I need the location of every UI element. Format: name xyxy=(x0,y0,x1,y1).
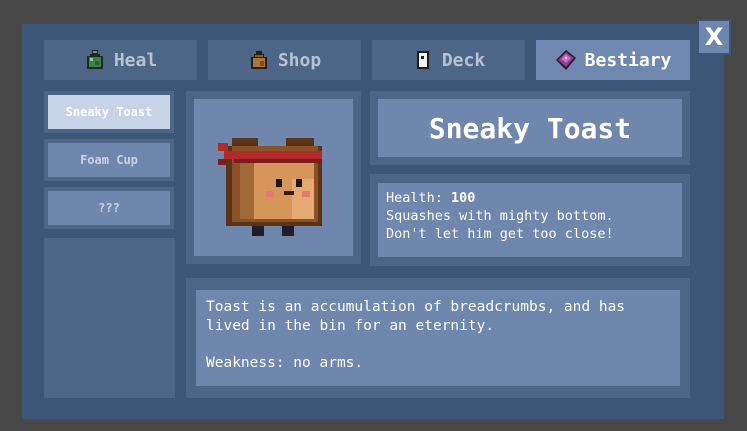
description-frame: Toast is an accumulation of breadcrumbs,… xyxy=(186,278,690,398)
tab-bestiary[interactable]: Bestiary xyxy=(536,40,690,80)
sidebar-item-label: Sneaky Toast xyxy=(48,95,170,129)
portrait-frame xyxy=(186,91,361,264)
potion-icon xyxy=(86,50,103,69)
close-label: X xyxy=(704,23,724,51)
name-frame: Sneaky Toast xyxy=(370,91,690,165)
sidebar-empty-area xyxy=(44,238,175,398)
tab-shop-label: Shop xyxy=(277,49,322,71)
stats-frame: Health: 100 Squashes with mighty bottom.… xyxy=(370,174,690,266)
bag-icon xyxy=(250,51,267,69)
tab-bestiary-label: Bestiary xyxy=(584,49,672,71)
sidebar-item-sneaky-toast[interactable]: Sneaky Toast xyxy=(44,91,174,133)
tab-heal[interactable]: Heal xyxy=(44,40,197,80)
sidebar-item-foam-cup[interactable]: Foam Cup xyxy=(44,139,174,181)
health-line: Health: 100 xyxy=(386,189,674,207)
card-icon xyxy=(416,51,429,69)
flavor-line-1: Squashes with mighty bottom. xyxy=(386,208,614,224)
book-icon xyxy=(555,50,576,70)
tab-deck[interactable]: Deck xyxy=(372,40,525,80)
monster-weakness: Weakness: no arms. xyxy=(206,355,364,371)
description-box: Toast is an accumulation of breadcrumbs,… xyxy=(196,290,680,386)
tab-shop[interactable]: Shop xyxy=(208,40,361,80)
close-button[interactable]: X xyxy=(697,19,731,55)
monster-name: Sneaky Toast xyxy=(378,99,682,157)
sidebar-item-label: ??? xyxy=(48,191,170,225)
health-label: Health: xyxy=(386,190,443,206)
health-value: 100 xyxy=(451,190,476,206)
monster-description: Toast is an accumulation of breadcrumbs,… xyxy=(206,299,626,334)
sidebar-item-label: Foam Cup xyxy=(48,143,170,177)
tab-heal-label: Heal xyxy=(113,49,158,71)
sidebar-item-unknown[interactable]: ??? xyxy=(44,187,174,229)
monster-portrait xyxy=(194,99,353,256)
sneaky-toast-sprite xyxy=(218,138,322,236)
flavor-line-2: Don't let him get too close! xyxy=(386,226,614,242)
stats-box: Health: 100 Squashes with mighty bottom.… xyxy=(378,183,682,257)
tab-deck-label: Deck xyxy=(441,49,486,71)
